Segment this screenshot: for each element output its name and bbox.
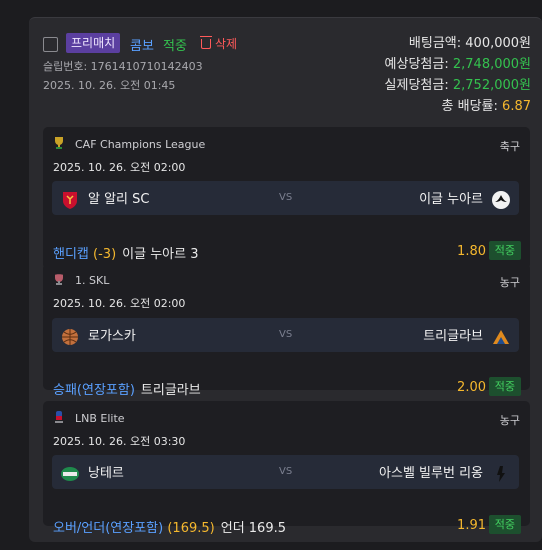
away-team: 이글 누아르 bbox=[419, 188, 511, 210]
delete-button[interactable]: 삭제 bbox=[200, 35, 238, 52]
league-name: CAF Champions League bbox=[75, 138, 206, 151]
market-row: 승패(연장포함) 트리글라브 bbox=[53, 379, 201, 398]
match-card: 1. SKL 농구 2025. 10. 26. 오전 02:00 로가스카 VS… bbox=[43, 263, 530, 398]
home-team-name: 로가스카 bbox=[88, 329, 136, 344]
away-team: 트리글라브 bbox=[423, 325, 511, 347]
market-name: 핸디캡 bbox=[53, 247, 89, 262]
odds-value: 1.91 bbox=[457, 518, 486, 533]
slip-summary: 배팅금액: 400,000원 예상당첨금: 2,748,000원 실제당첨금: … bbox=[385, 33, 531, 117]
match-card: CAF Champions League 축구 2025. 10. 26. 오전… bbox=[43, 127, 530, 269]
match-card: LNB Elite 농구 2025. 10. 26. 오전 03:30 낭테르 … bbox=[43, 401, 530, 536]
expected-payout-value: 2,748,000원 bbox=[452, 57, 531, 72]
market-line: (-3) bbox=[93, 247, 117, 262]
away-team: 아스벨 빌루번 리옹 bbox=[379, 462, 511, 484]
bet-amount-value: 400,000원 bbox=[465, 36, 531, 51]
asvel-logo-icon bbox=[497, 465, 505, 482]
pick: 트리글라브 bbox=[140, 383, 201, 398]
sport-label: 농구 bbox=[499, 414, 520, 427]
sport-label: 농구 bbox=[499, 276, 520, 289]
vs-label: VS bbox=[279, 329, 293, 340]
home-team: 알 알리 SC bbox=[60, 188, 149, 210]
vs-label: VS bbox=[279, 192, 293, 203]
league-icon bbox=[55, 411, 63, 423]
total-odds-value: 6.87 bbox=[502, 99, 531, 114]
odds-value: 1.80 bbox=[457, 244, 486, 259]
league-name: 1. SKL bbox=[75, 274, 110, 287]
home-team-name: 낭테르 bbox=[88, 466, 124, 481]
match-teams-bar: 로가스카 VS 트리글라브 bbox=[52, 318, 519, 352]
odds-value: 2.00 bbox=[457, 380, 486, 395]
result-badge: 적중 bbox=[488, 377, 521, 396]
combo-label: 콤보 bbox=[130, 39, 154, 54]
market-line: (169.5) bbox=[167, 521, 215, 536]
triglav-logo-icon bbox=[493, 329, 509, 344]
slip-number: 슬립번호: 1761410710142403 bbox=[43, 60, 203, 73]
home-team-name: 알 알리 SC bbox=[88, 192, 150, 207]
market-name: 승패(연장포함) bbox=[53, 383, 135, 398]
actual-payout-row: 실제당첨금: 2,752,000원 bbox=[385, 75, 531, 96]
market-row: 오버/언더(연장포함) (169.5) 언더 169.5 bbox=[53, 517, 286, 536]
vs-label: VS bbox=[279, 466, 293, 477]
match-teams-bar: 알 알리 SC VS 이글 누아르 bbox=[52, 181, 519, 215]
bet-amount-label: 배팅금액: bbox=[408, 36, 462, 51]
away-team-name: 이글 누아르 bbox=[419, 192, 483, 207]
home-team: 로가스카 bbox=[60, 325, 136, 347]
pick: 언더 169.5 bbox=[220, 521, 287, 536]
rogaska-logo-icon bbox=[62, 328, 78, 345]
bet-slip-card: 프리매치 콤보 적중 삭제 슬립번호: 1761410710142403 202… bbox=[29, 17, 542, 542]
result-badge: 적중 bbox=[488, 241, 521, 260]
expected-payout-row: 예상당첨금: 2,748,000원 bbox=[385, 54, 531, 75]
sport-label: 축구 bbox=[499, 140, 520, 153]
actual-payout-value: 2,752,000원 bbox=[452, 78, 531, 93]
al-ahly-logo-icon bbox=[63, 191, 77, 209]
match-date: 2025. 10. 26. 오전 03:30 bbox=[53, 435, 186, 448]
match-date: 2025. 10. 26. 오전 02:00 bbox=[53, 297, 186, 310]
total-odds-label: 총 배당률: bbox=[441, 99, 498, 114]
bet-amount-row: 배팅금액: 400,000원 bbox=[385, 33, 531, 54]
home-team: 낭테르 bbox=[60, 462, 124, 484]
trash-icon bbox=[200, 36, 212, 49]
select-checkbox[interactable] bbox=[43, 37, 58, 52]
league-icon bbox=[55, 274, 63, 285]
total-odds-row: 총 배당률: 6.87 bbox=[385, 96, 531, 117]
league-name: LNB Elite bbox=[75, 412, 125, 425]
result-badge: 적중 bbox=[488, 515, 521, 534]
slip-datetime: 2025. 10. 26. 오전 01:45 bbox=[43, 79, 176, 92]
market-row: 핸디캡 (-3) 이글 누아르 3 bbox=[53, 243, 198, 262]
match-date: 2025. 10. 26. 오전 02:00 bbox=[53, 161, 186, 174]
trophy-icon bbox=[55, 137, 63, 149]
market-name: 오버/언더(연장포함) bbox=[53, 521, 164, 536]
prematch-badge: 프리매치 bbox=[66, 33, 121, 53]
delete-label: 삭제 bbox=[215, 37, 238, 51]
pick: 이글 누아르 3 bbox=[122, 247, 199, 262]
eagle-noir-logo-icon bbox=[492, 190, 510, 209]
slip-result-label: 적중 bbox=[163, 39, 187, 54]
match-teams-bar: 낭테르 VS 아스벨 빌루번 리옹 bbox=[52, 455, 519, 489]
actual-payout-label: 실제당첨금: bbox=[384, 78, 449, 93]
nanterre-logo-icon bbox=[61, 466, 79, 481]
away-team-name: 아스벨 빌루번 리옹 bbox=[379, 466, 483, 481]
away-team-name: 트리글라브 bbox=[423, 329, 483, 344]
expected-payout-label: 예상당첨금: bbox=[384, 57, 449, 72]
